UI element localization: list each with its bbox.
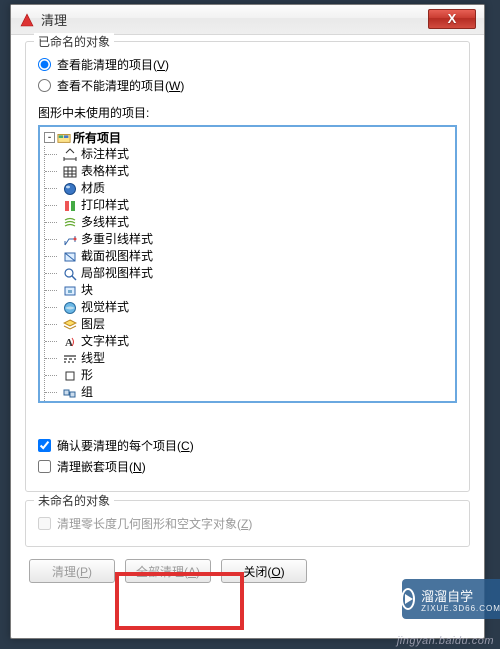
linetype-icon bbox=[63, 352, 77, 366]
dialog-window: 清理 X 已命名的对象 查看能清理的项目(V) 查看不能清理的项目(W) 图形中… bbox=[10, 4, 485, 639]
group-icon bbox=[63, 386, 77, 400]
visualstyle-icon bbox=[63, 301, 77, 315]
radio-view-purgeable-input[interactable] bbox=[38, 58, 51, 71]
detailview-icon bbox=[63, 267, 77, 281]
check-purge-nested-input[interactable] bbox=[38, 460, 51, 473]
check-confirm-each[interactable]: 确认要清理的每个项目(C) bbox=[38, 437, 457, 454]
tree-root[interactable]: - 所有项目 bbox=[44, 129, 453, 146]
tree-item[interactable]: 标注样式 bbox=[45, 146, 453, 163]
watermark: jingyan.baidu.com bbox=[397, 635, 494, 647]
tree-item[interactable]: 线型 bbox=[45, 350, 453, 367]
tree-item[interactable]: 多线样式 bbox=[45, 214, 453, 231]
mleaderstyle-icon bbox=[63, 233, 77, 247]
check-purge-nested-label: 清理嵌套项目(N) bbox=[57, 458, 146, 475]
play-icon bbox=[401, 588, 415, 610]
window-close-button[interactable]: X bbox=[428, 9, 476, 29]
textstyle-icon: A bbox=[63, 335, 77, 349]
tree-item[interactable]: 表格样式 bbox=[45, 163, 453, 180]
radio-view-nonpurgeable-input[interactable] bbox=[38, 79, 51, 92]
branding-text: 溜溜自学 ZIXUE.3D66.COM bbox=[421, 586, 500, 613]
material-icon bbox=[63, 182, 77, 196]
titlebar[interactable]: 清理 X bbox=[11, 5, 484, 35]
folder-icon bbox=[57, 131, 71, 145]
dialog-content: 已命名的对象 查看能清理的项目(V) 查看不能清理的项目(W) 图形中未使用的项… bbox=[11, 35, 484, 593]
tree-panel[interactable]: - 所有项目 标注样式 表格样式 材质 打印样式 多线样式 bbox=[38, 125, 457, 403]
tree-root-label: 所有项目 bbox=[73, 129, 121, 146]
tree-item[interactable]: 材质 bbox=[45, 180, 453, 197]
tablestyle-icon bbox=[63, 165, 77, 179]
app-icon bbox=[19, 12, 35, 28]
unnamed-objects-legend: 未命名的对象 bbox=[34, 492, 114, 509]
radio-view-nonpurgeable[interactable]: 查看不能清理的项目(W) bbox=[38, 77, 457, 94]
tree-item[interactable]: 视觉样式 bbox=[45, 299, 453, 316]
tree-item[interactable]: 图层 bbox=[45, 316, 453, 333]
close-button[interactable]: 关闭(O) bbox=[221, 559, 307, 583]
collapse-icon[interactable]: - bbox=[44, 132, 55, 143]
layer-icon bbox=[63, 318, 77, 332]
radio-view-nonpurgeable-label: 查看不能清理的项目(W) bbox=[57, 77, 184, 94]
tree: - 所有项目 标注样式 表格样式 材质 打印样式 多线样式 bbox=[42, 129, 453, 401]
dimstyle-icon bbox=[63, 148, 77, 162]
tree-item[interactable]: 多重引线样式 bbox=[45, 231, 453, 248]
tree-item[interactable]: 形 bbox=[45, 367, 453, 384]
block-icon bbox=[63, 284, 77, 298]
tree-item[interactable]: 块 bbox=[45, 282, 453, 299]
tree-heading: 图形中未使用的项目: bbox=[38, 104, 457, 121]
check-zero-length-input bbox=[38, 517, 51, 530]
named-objects-group: 已命名的对象 查看能清理的项目(V) 查看不能清理的项目(W) 图形中未使用的项… bbox=[25, 41, 470, 492]
check-zero-length-label: 清理零长度几何图形和空文字对象(Z) bbox=[57, 515, 252, 532]
named-objects-legend: 已命名的对象 bbox=[34, 33, 114, 50]
svg-text:A: A bbox=[65, 337, 73, 349]
check-confirm-each-input[interactable] bbox=[38, 439, 51, 452]
check-purge-nested[interactable]: 清理嵌套项目(N) bbox=[38, 458, 457, 475]
tree-item[interactable]: 局部视图样式 bbox=[45, 265, 453, 282]
radio-view-purgeable[interactable]: 查看能清理的项目(V) bbox=[38, 56, 457, 73]
radio-view-purgeable-label: 查看能清理的项目(V) bbox=[57, 56, 169, 73]
unnamed-objects-group: 未命名的对象 清理零长度几何图形和空文字对象(Z) bbox=[25, 500, 470, 547]
check-confirm-each-label: 确认要清理的每个项目(C) bbox=[57, 437, 194, 454]
tree-item[interactable]: 截面视图样式 bbox=[45, 248, 453, 265]
tree-children: 标注样式 表格样式 材质 打印样式 多线样式 多重引线样式 截面视图样式 局部视… bbox=[44, 146, 453, 401]
plotstyle-icon bbox=[63, 199, 77, 213]
purge-button[interactable]: 清理(P) bbox=[29, 559, 115, 583]
tree-item[interactable]: 组 bbox=[45, 384, 453, 401]
purge-all-button[interactable]: 全部清理(A) bbox=[125, 559, 211, 583]
sectionview-icon bbox=[63, 250, 77, 264]
tree-item[interactable]: 打印样式 bbox=[45, 197, 453, 214]
branding-badge: 溜溜自学 ZIXUE.3D66.COM bbox=[402, 579, 500, 619]
shape-icon bbox=[63, 369, 77, 383]
mlinestyle-icon bbox=[63, 216, 77, 230]
tree-item[interactable]: A文字样式 bbox=[45, 333, 453, 350]
window-title: 清理 bbox=[41, 10, 67, 29]
check-zero-length: 清理零长度几何图形和空文字对象(Z) bbox=[38, 515, 457, 532]
